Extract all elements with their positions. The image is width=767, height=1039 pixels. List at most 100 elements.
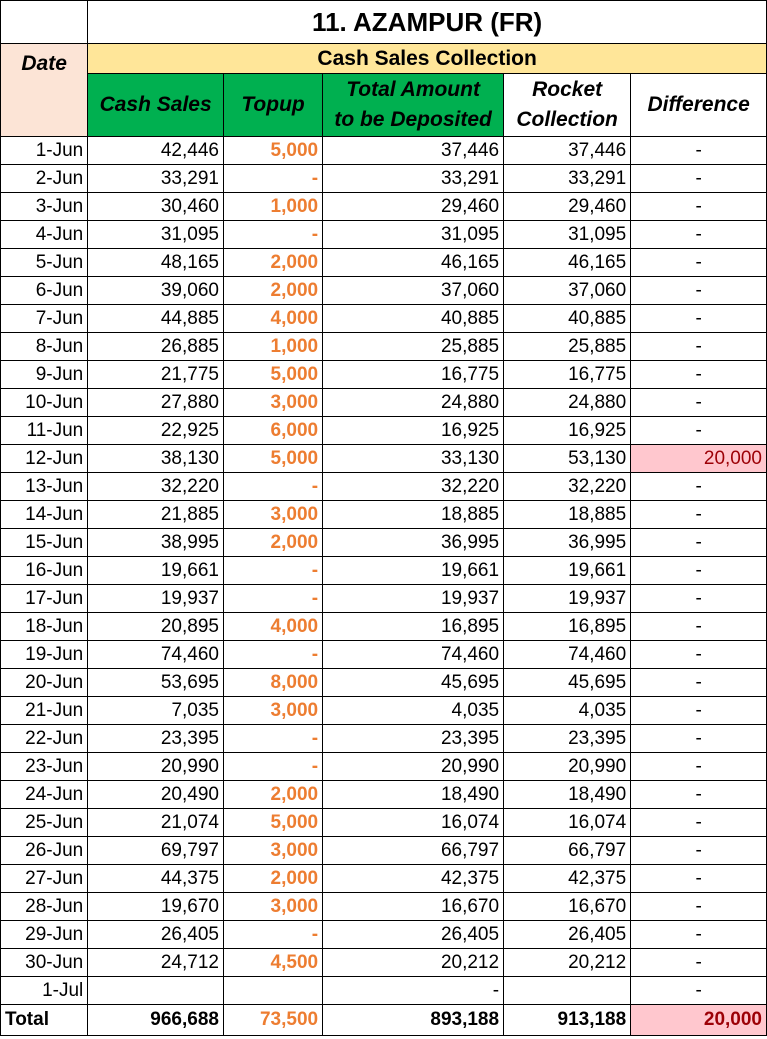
total-deposit-cell: 36,995 bbox=[322, 528, 505, 557]
topup-cell: 5,000 bbox=[222, 360, 324, 389]
difference-cell: - bbox=[630, 808, 767, 837]
table-row: 9-Jun 21,775 5,000 16,775 16,775- bbox=[0, 360, 767, 389]
date-cell: 25-Jun bbox=[0, 808, 89, 837]
total-deposit-cell: 32,220 bbox=[322, 472, 505, 501]
cash-sales-cell: 74,460 bbox=[87, 640, 224, 669]
date-cell: 19-Jun bbox=[0, 640, 89, 669]
total-deposit-cell: 40,885 bbox=[322, 304, 505, 333]
rocket-header-line1: Rocket bbox=[532, 78, 603, 101]
date-cell: 3-Jun bbox=[0, 192, 89, 221]
date-cell: 1-Jul bbox=[0, 976, 89, 1005]
total-label: Total bbox=[0, 1004, 89, 1036]
rocket-collection-cell: 4,035 bbox=[503, 696, 632, 725]
difference-cell: - bbox=[630, 920, 767, 949]
cash-sales-cell: 23,395 bbox=[87, 724, 224, 753]
total-deposit-cell: 19,937 bbox=[322, 584, 505, 613]
total-deposit-cell: 24,880 bbox=[322, 388, 505, 417]
total-deposit-cell: 16,895 bbox=[322, 612, 505, 641]
table-row: 20-Jun 53,695 8,000 45,695 45,695- bbox=[0, 668, 767, 697]
total-deposit-cell: 37,060 bbox=[322, 276, 505, 305]
date-cell: 23-Jun bbox=[0, 752, 89, 781]
table-row: 1-Jun 42,446 5,000 37,446 37,446- bbox=[0, 136, 767, 165]
cash-sales-cell: 24,712 bbox=[87, 948, 224, 977]
topup-cell: - bbox=[222, 724, 324, 753]
topup-cell: - bbox=[222, 920, 324, 949]
total-deposit-cell: 26,405 bbox=[322, 920, 505, 949]
sheet-title: 11. AZAMPUR (FR) bbox=[87, 0, 767, 44]
table-row: 18-Jun 20,895 4,000 16,895 16,895- bbox=[0, 612, 767, 641]
rocket-collection-cell: 42,375 bbox=[503, 864, 632, 893]
table-row: 14-Jun 21,885 3,000 18,885 18,885- bbox=[0, 500, 767, 529]
date-cell: 10-Jun bbox=[0, 388, 89, 417]
total-deposit-cell: 16,074 bbox=[322, 808, 505, 837]
difference-cell: - bbox=[630, 976, 767, 1005]
total-deposit-cell: 16,925 bbox=[322, 416, 505, 445]
topup-cell: - bbox=[222, 640, 324, 669]
topup-cell: 3,000 bbox=[222, 500, 324, 529]
difference-cell: - bbox=[630, 696, 767, 725]
rocket-collection-cell: 19,937 bbox=[503, 584, 632, 613]
cash-sales-cell: 44,885 bbox=[87, 304, 224, 333]
cash-sales-cell: 42,446 bbox=[87, 136, 224, 165]
total-rocket-collection: 913,188 bbox=[503, 1004, 632, 1036]
rocket-collection-cell: 16,775 bbox=[503, 360, 632, 389]
cash-sales-table: 11. AZAMPUR (FR) Date Cash Sales Collect… bbox=[0, 0, 767, 1036]
date-cell: 30-Jun bbox=[0, 948, 89, 977]
total-cash-sales: 966,688 bbox=[87, 1004, 224, 1036]
cash-sales-cell: 33,291 bbox=[87, 164, 224, 193]
difference-header: Difference bbox=[630, 73, 767, 137]
total-deposit-cell: 29,460 bbox=[322, 192, 505, 221]
table-row: 29-Jun 26,405-26,405 26,405- bbox=[0, 920, 767, 949]
cash-sales-cell: 20,990 bbox=[87, 752, 224, 781]
cash-sales-cell: 26,405 bbox=[87, 920, 224, 949]
rocket-collection-cell: 45,695 bbox=[503, 668, 632, 697]
table-row: 26-Jun 69,797 3,000 66,797 66,797- bbox=[0, 836, 767, 865]
date-cell: 29-Jun bbox=[0, 920, 89, 949]
table-row: 4-Jun 31,095-31,095 31,095- bbox=[0, 220, 767, 249]
topup-cell: 3,000 bbox=[222, 836, 324, 865]
table-row: 2-Jun 33,291-33,291 33,291- bbox=[0, 164, 767, 193]
rocket-collection-cell: 66,797 bbox=[503, 836, 632, 865]
total-deposit-cell: 4,035 bbox=[322, 696, 505, 725]
rocket-collection-cell: 74,460 bbox=[503, 640, 632, 669]
difference-cell: - bbox=[630, 612, 767, 641]
total-deposit: 893,188 bbox=[322, 1004, 505, 1036]
table-row: 22-Jun 23,395-23,395 23,395- bbox=[0, 724, 767, 753]
cash-sales-cell: 48,165 bbox=[87, 248, 224, 277]
date-cell: 4-Jun bbox=[0, 220, 89, 249]
rocket-collection-cell: 23,395 bbox=[503, 724, 632, 753]
cash-sales-cell: 26,885 bbox=[87, 332, 224, 361]
total-deposit-header-line2: to be Deposited bbox=[334, 108, 492, 131]
table-row: 27-Jun 44,375 2,000 42,375 42,375- bbox=[0, 864, 767, 893]
topup-cell: 2,000 bbox=[222, 780, 324, 809]
difference-cell: - bbox=[630, 248, 767, 277]
total-topup: 73,500 bbox=[222, 1004, 324, 1036]
total-deposit-cell: 33,130 bbox=[322, 444, 505, 473]
date-cell: 16-Jun bbox=[0, 556, 89, 585]
cash-sales-cell: 20,490 bbox=[87, 780, 224, 809]
difference-cell: - bbox=[630, 892, 767, 921]
topup-cell: 1,000 bbox=[222, 192, 324, 221]
rocket-collection-cell: 18,885 bbox=[503, 500, 632, 529]
topup-cell: 8,000 bbox=[222, 668, 324, 697]
corner-cell bbox=[0, 0, 89, 44]
rocket-collection-cell bbox=[503, 976, 632, 1005]
rocket-collection-cell: 33,291 bbox=[503, 164, 632, 193]
rocket-collection-cell: 37,446 bbox=[503, 136, 632, 165]
total-deposit-cell: 23,395 bbox=[322, 724, 505, 753]
rocket-collection-cell: 19,661 bbox=[503, 556, 632, 585]
topup-cell: 3,000 bbox=[222, 388, 324, 417]
total-deposit-cell: 31,095 bbox=[322, 220, 505, 249]
date-cell: 26-Jun bbox=[0, 836, 89, 865]
table-row: 6-Jun 39,060 2,000 37,060 37,060- bbox=[0, 276, 767, 305]
difference-cell: - bbox=[630, 276, 767, 305]
total-deposit-header: Total Amount to be Deposited bbox=[322, 73, 505, 137]
difference-cell: - bbox=[630, 164, 767, 193]
difference-cell: - bbox=[630, 500, 767, 529]
rocket-collection-header: Rocket Collection bbox=[503, 73, 632, 137]
cash-sales-cell: 53,695 bbox=[87, 668, 224, 697]
topup-cell: 2,000 bbox=[222, 248, 324, 277]
difference-cell: - bbox=[630, 864, 767, 893]
rocket-collection-cell: 16,074 bbox=[503, 808, 632, 837]
date-cell: 9-Jun bbox=[0, 360, 89, 389]
